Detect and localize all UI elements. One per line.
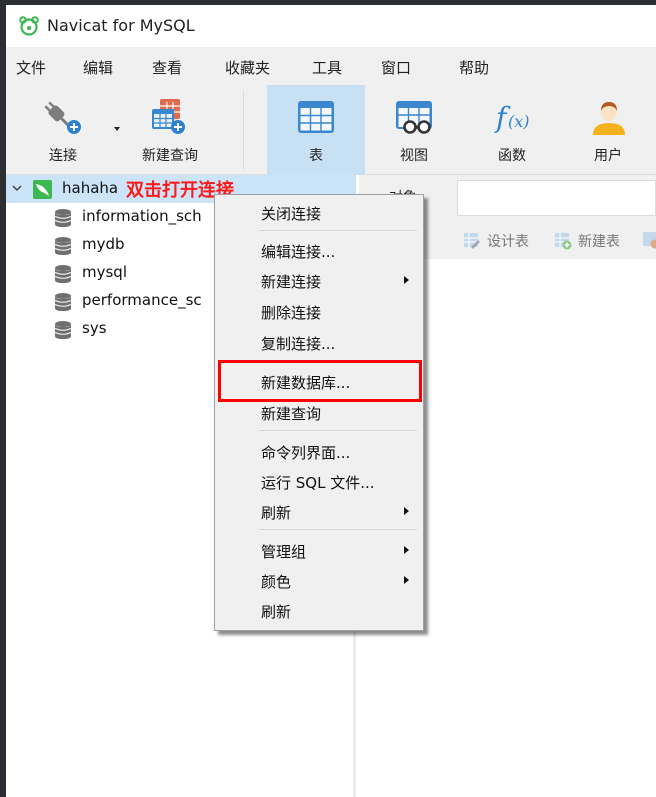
design-table-icon [464, 233, 480, 249]
new-query-label: 新建查询 [142, 148, 198, 164]
function-icon: f (x) [494, 101, 530, 134]
title-bar: Navicat for MySQL [6, 5, 656, 47]
main-toolbar: 连接 新建查询 表 视图 f (x) 函数 用户 [6, 85, 656, 175]
view-icon [396, 101, 432, 134]
menu-edit[interactable]: 编辑 [83, 57, 113, 78]
toolbar-separator [243, 90, 244, 170]
design-table-button[interactable]: 设计表 [463, 231, 529, 251]
new-table-label: 新建表 [578, 234, 620, 250]
user-icon [593, 102, 625, 135]
menu-separator [259, 529, 417, 530]
highlight-new-database [218, 360, 422, 402]
mysql-connection-icon [33, 180, 52, 199]
menu-window[interactable]: 窗口 [381, 57, 411, 78]
menu-tools[interactable]: 工具 [312, 57, 342, 78]
submenu-arrow-icon [404, 576, 409, 584]
connect-button[interactable]: 连接 [34, 85, 94, 175]
database-icon [54, 293, 72, 311]
table-button[interactable]: 表 [267, 85, 365, 175]
delete-table-button[interactable] [642, 231, 656, 249]
window-title: Navicat for MySQL [47, 16, 195, 35]
delete-table-icon [643, 232, 656, 249]
new-query-button[interactable]: 新建查询 [130, 85, 210, 175]
database-name: mydb [82, 235, 125, 253]
function-button[interactable]: f (x) 函数 [463, 85, 561, 175]
menu-item-run-sql-file[interactable]: 运行 SQL 文件... [215, 466, 423, 496]
view-label: 视图 [400, 148, 428, 164]
menu-item-color[interactable]: 颜色 [215, 565, 423, 595]
function-label: 函数 [498, 148, 526, 164]
menu-view[interactable]: 查看 [152, 57, 182, 78]
navicat-window: Navicat for MySQL 文件 编辑 查看 收藏夹 工具 窗口 帮助 [6, 5, 656, 797]
database-name: sys [82, 319, 107, 337]
tab-content-area [457, 180, 656, 216]
connection-context-menu: 关闭连接 编辑连接... 新建连接 删除连接 复制连接... 新建数据库... … [214, 194, 424, 631]
database-name: mysql [82, 263, 127, 281]
menu-bar: 文件 编辑 查看 收藏夹 工具 窗口 帮助 [6, 47, 656, 85]
menu-item-delete-connection[interactable]: 删除连接 [215, 296, 423, 326]
connect-label: 连接 [49, 148, 77, 164]
navicat-logo-icon [19, 16, 39, 36]
menu-item-new-connection[interactable]: 新建连接 [215, 265, 423, 295]
menu-favorites[interactable]: 收藏夹 [225, 57, 270, 78]
menu-separator [259, 230, 417, 231]
database-icon [54, 209, 72, 227]
user-button[interactable]: 用户 [561, 85, 656, 175]
database-icon [54, 237, 72, 255]
design-table-label: 设计表 [487, 234, 529, 250]
submenu-arrow-icon [404, 546, 409, 554]
connection-name: hahaha [62, 179, 119, 197]
database-icon [54, 265, 72, 283]
new-table-icon [555, 233, 572, 250]
menu-file[interactable]: 文件 [16, 57, 46, 78]
database-icon [54, 321, 72, 339]
menu-item-refresh[interactable]: 刷新 [215, 595, 423, 625]
menu-help[interactable]: 帮助 [459, 57, 489, 78]
plug-add-icon [44, 101, 81, 134]
menu-item-edit-connection[interactable]: 编辑连接... [215, 235, 423, 265]
svg-text:(x): (x) [508, 112, 530, 131]
database-name: performance_sc [82, 291, 202, 309]
user-label: 用户 [594, 148, 622, 164]
connect-dropdown-caret-icon[interactable] [114, 127, 120, 131]
menu-item-duplicate-connection[interactable]: 复制连接... [215, 327, 423, 357]
table-icon [298, 101, 334, 133]
menu-item-refresh-submenu[interactable]: 刷新 [215, 496, 423, 526]
menu-separator [259, 430, 417, 431]
chevron-down-icon[interactable] [12, 183, 22, 193]
view-button[interactable]: 视图 [365, 85, 463, 175]
submenu-arrow-icon [404, 507, 409, 515]
menu-item-console[interactable]: 命令列界面... [215, 436, 423, 466]
table-label: 表 [309, 148, 323, 164]
menu-item-manage-group[interactable]: 管理组 [215, 535, 423, 565]
database-name: information_sch [82, 207, 202, 225]
new-query-icon [152, 99, 185, 134]
new-table-button[interactable]: 新建表 [554, 231, 620, 251]
submenu-arrow-icon [404, 276, 409, 284]
menu-item-close-connection[interactable]: 关闭连接 [215, 197, 423, 227]
